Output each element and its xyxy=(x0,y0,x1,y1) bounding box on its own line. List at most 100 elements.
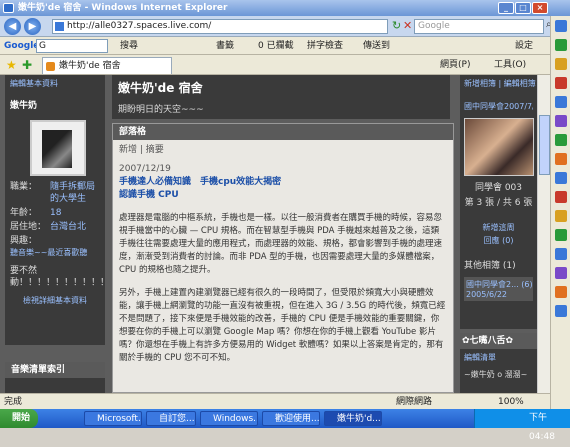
app-icon[interactable] xyxy=(554,286,567,298)
album-item-name: 國中同學會2... (6) xyxy=(466,280,533,289)
taskbar-item[interactable]: 歡迎使用... xyxy=(262,411,320,426)
profile-quote: 要不然動！！！！！！！！！！ xyxy=(10,266,110,288)
music-box: 音樂清單索引 xyxy=(5,362,105,393)
app-icon[interactable] xyxy=(554,134,567,146)
refresh-icon[interactable]: ↻ xyxy=(392,19,401,32)
post-title[interactable]: 手機達人必備知識 手機cpu效能大揭密 xyxy=(119,176,447,189)
taskbar-item[interactable]: Microsoft... xyxy=(84,411,142,426)
avatar[interactable] xyxy=(30,120,86,176)
app-icon[interactable] xyxy=(554,267,567,279)
other-albums: 其他相簿 (1) xyxy=(464,261,516,271)
ie-icon xyxy=(3,3,14,13)
app-icon[interactable] xyxy=(554,96,567,108)
back-button[interactable]: ◀ xyxy=(4,18,21,35)
google-search-field[interactable]: G xyxy=(36,39,108,53)
quicklaunch-sidebar xyxy=(550,16,570,409)
profile-value: 18 xyxy=(50,208,62,218)
window-titlebar: 嫩牛奶'de 宿舍 - Windows Internet Explorer _ … xyxy=(0,0,570,16)
friend-item[interactable]: ~嫩牛奶 o 溜溜~ xyxy=(460,366,537,383)
new-photos-link[interactable]: 新增這周 xyxy=(464,222,533,233)
profile-key: 居住地： xyxy=(10,222,47,232)
bookmarks-button[interactable]: 書籤 xyxy=(216,37,234,55)
tab-title: 嫩牛奶'de 宿舍 xyxy=(59,61,121,71)
profile-key: 興趣： xyxy=(10,236,38,246)
settings-button[interactable]: 設定 xyxy=(515,37,533,55)
post-date: 2007/12/19 xyxy=(119,164,171,174)
send-to-button[interactable]: 傳送到 xyxy=(363,37,390,55)
app-icon[interactable] xyxy=(554,248,567,260)
app-icon[interactable] xyxy=(554,229,567,241)
zoom-level[interactable]: 100% xyxy=(498,394,524,410)
app-icon[interactable] xyxy=(554,77,567,89)
taskbar-item-active[interactable]: 嫩牛奶'd... xyxy=(324,411,382,426)
blog-summary-link[interactable]: 摘要 xyxy=(146,145,164,155)
add-album-link[interactable]: 新增相簿 xyxy=(464,79,496,88)
post-paragraph: 處理器是電腦的中樞系統，手機也是一樣。以往一般消費者在購買手機的時候，容易忽視手… xyxy=(119,213,443,275)
blog-section-title: 部落格 xyxy=(113,124,453,140)
friends-box: ✿七嘴八舌✿ 編輯清單 ~嫩牛奶 o 溜溜~ xyxy=(460,333,537,393)
forward-button[interactable]: ▶ xyxy=(24,18,41,35)
minimize-button[interactable]: _ xyxy=(498,2,514,14)
vertical-scrollbar[interactable] xyxy=(537,75,550,393)
app-icon[interactable] xyxy=(554,191,567,203)
popup-blocked-button[interactable]: 0 已攔截 xyxy=(258,37,294,55)
album-name[interactable]: 國中同學會2007/7/9 xyxy=(464,101,533,112)
album-item[interactable]: 國中同學會2... (6) 2005/6/22 xyxy=(464,277,533,301)
taskbar-item[interactable]: Windows... xyxy=(200,411,258,426)
taskbar: 開始 Microsoft... 自訂您... Windows... 歡迎使用..… xyxy=(0,409,570,442)
page-icon xyxy=(55,22,64,31)
favorites-star-icon[interactable]: ★ xyxy=(6,55,17,75)
close-button[interactable]: × xyxy=(532,2,548,14)
post-paragraph: 另外，手機上建置內建瀏覽器已經有很久的一段時間了，但受限於頻寬大小與硬體效能，讓… xyxy=(119,288,446,363)
app-icon[interactable] xyxy=(554,20,567,32)
stop-icon[interactable]: ✕ xyxy=(403,19,412,32)
add-favorites-icon[interactable]: ✚ xyxy=(22,55,32,75)
spellcheck-button[interactable]: 拼字檢查 xyxy=(307,37,343,55)
app-icon[interactable] xyxy=(554,39,567,51)
app-icon[interactable] xyxy=(554,58,567,70)
app-icon[interactable] xyxy=(554,210,567,222)
google-logo: Google xyxy=(4,41,40,51)
edit-list-link[interactable]: 編輯清單 xyxy=(460,349,537,366)
app-icon[interactable] xyxy=(554,153,567,165)
start-button[interactable]: 開始 xyxy=(0,409,38,428)
url-text: http://alle0327.spaces.live.com/ xyxy=(67,21,212,31)
album-box: 新增相簿 | 編輯相簿 國中同學會2007/7/9 同學會 003 第 3 張 … xyxy=(460,75,537,329)
url-input[interactable]: http://alle0327.spaces.live.com/ xyxy=(52,19,388,34)
browser-tab[interactable]: 嫩牛奶'de 宿舍 xyxy=(42,57,172,74)
tools-menu[interactable]: 工具(O) xyxy=(494,55,526,75)
photo-caption: 同學會 003 xyxy=(474,183,523,193)
scroll-thumb[interactable] xyxy=(539,115,550,175)
post-subtitle: 認識手機 CPU xyxy=(119,190,179,200)
google-search-button[interactable]: 搜尋 xyxy=(120,37,138,55)
page-menu[interactable]: 網頁(P) xyxy=(440,55,470,75)
space-header: 嫩牛奶'de 宿舍 期盼明日的天空~~~ xyxy=(112,75,450,119)
app-icon[interactable] xyxy=(554,305,567,317)
app-icon[interactable] xyxy=(554,115,567,127)
blog-new-link[interactable]: 新增 xyxy=(119,145,137,155)
google-toolbar: Google G 搜尋 書籤 0 已攔截 拼字檢查 傳送到 設定 xyxy=(0,37,570,55)
album-photo[interactable] xyxy=(464,118,534,176)
app-icon[interactable] xyxy=(554,172,567,184)
profile-details: 職業： 隨手拆郵局的大學生 年齡： 18 居住地： 台灣台北 興趣： 聽音樂~~最近喜… xyxy=(10,181,110,307)
status-bar: 完成 網際網路 100% xyxy=(0,393,550,409)
view-profile-link[interactable]: 檢視詳細基本資料 xyxy=(10,295,100,307)
maximize-button[interactable]: □ xyxy=(515,2,531,14)
system-tray: 下午 04:48 xyxy=(474,409,570,442)
music-title: 音樂清單索引 xyxy=(5,362,105,378)
comments-link[interactable]: 回應 (0) xyxy=(464,235,533,246)
taskbar-item[interactable]: 自訂您... xyxy=(146,411,196,426)
photo-pager: 第 3 張 / 共 6 張 xyxy=(464,198,533,208)
edit-profile-link[interactable]: 編輯基本資料 xyxy=(10,78,100,89)
edit-album-link[interactable]: 編輯相簿 xyxy=(504,79,536,88)
window-title: 嫩牛奶'de 宿舍 - Windows Internet Explorer xyxy=(18,3,228,13)
album-item-date: 2005/6/22 xyxy=(466,290,508,299)
interest-link[interactable]: 聽音樂~~最近喜歡聽 xyxy=(10,247,100,259)
page-subtitle: 期盼明日的天空~~~ xyxy=(118,105,204,115)
profile-box: 編輯基本資料 嫩牛奶 職業： 隨手拆郵局的大學生 年齡： 18 居住地： 台灣台北 興… xyxy=(5,75,110,345)
blog-box: 部落格 新增 | 摘要 2007/12/19 手機達人必備知識 手機cpu效能大… xyxy=(112,123,454,393)
page-title: 嫩牛奶'de 宿舍 xyxy=(118,81,203,95)
profile-value: 台灣台北 xyxy=(50,222,87,232)
search-input[interactable]: Google xyxy=(414,19,544,34)
profile-value: 隨手拆郵局的大學生 xyxy=(50,182,96,204)
